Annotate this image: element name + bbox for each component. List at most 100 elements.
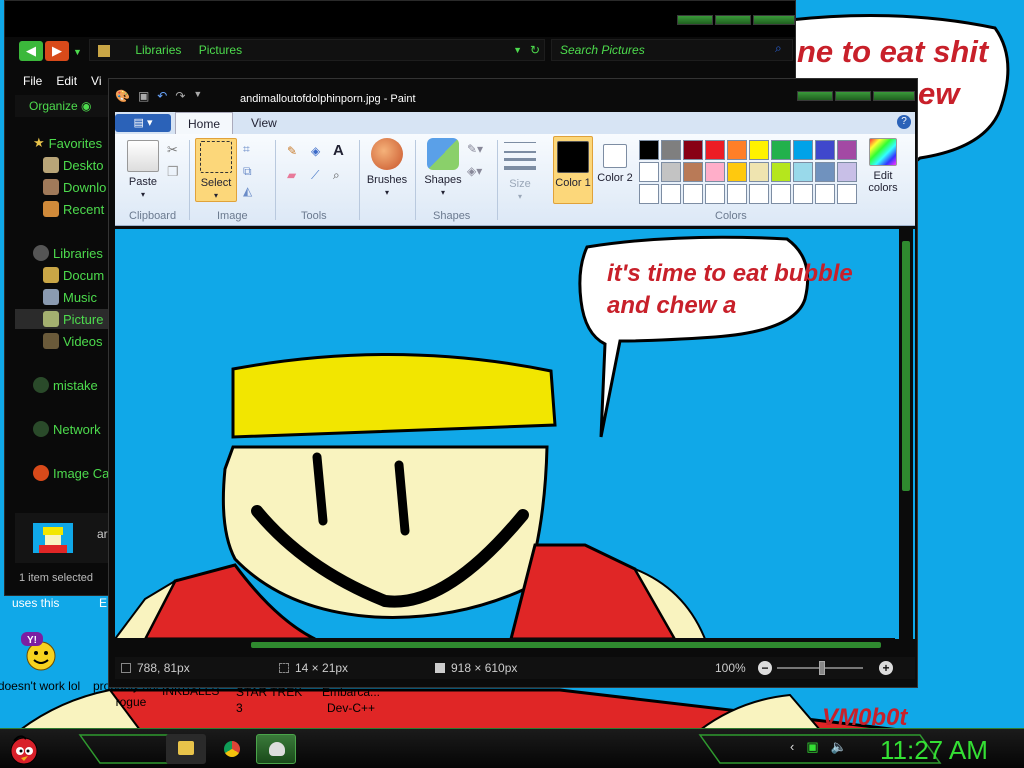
zoom-slider-thumb[interactable] xyxy=(819,661,825,675)
nav-downloads[interactable]: Downlo xyxy=(43,177,106,197)
explorer-titlebar[interactable] xyxy=(5,1,795,37)
close-button[interactable] xyxy=(873,91,915,101)
search-input[interactable]: Search Pictures xyxy=(551,39,793,61)
color-swatch[interactable] xyxy=(639,162,659,182)
close-button[interactable] xyxy=(753,15,795,25)
color-swatch[interactable] xyxy=(639,184,659,204)
color-swatch[interactable] xyxy=(771,140,791,160)
shapes-button[interactable]: Shapes ▾ xyxy=(421,138,465,199)
color-swatch[interactable] xyxy=(837,162,857,182)
minimize-button[interactable] xyxy=(677,15,713,25)
color-swatch[interactable] xyxy=(771,184,791,204)
minimize-button[interactable] xyxy=(797,91,833,101)
nav-videos[interactable]: Videos xyxy=(43,331,103,351)
paint-titlebar[interactable]: 🎨 ▣ ↶ ↷ ▼ andimalloutofdolphinporn.jpg -… xyxy=(109,79,917,111)
nav-music[interactable]: Music xyxy=(43,287,97,307)
address-bar[interactable]: Libraries Pictures ▼ ↻ xyxy=(89,39,545,61)
color-picker-icon[interactable]: ⟋ xyxy=(311,168,327,184)
edit-colors-button[interactable]: Edit colors xyxy=(863,138,903,194)
nav-recent[interactable]: Recent xyxy=(43,199,104,219)
scrollbar-thumb[interactable] xyxy=(251,642,881,648)
color-swatch[interactable] xyxy=(837,140,857,160)
tab-home[interactable]: Home xyxy=(175,112,234,134)
taskbar-clock[interactable]: 11:27 AM xyxy=(880,735,988,766)
nav-network[interactable]: Network xyxy=(33,419,101,439)
menu-edit[interactable]: Edit xyxy=(56,71,77,91)
color-swatch[interactable] xyxy=(661,184,681,204)
desktop-icon-label[interactable]: E xyxy=(99,596,107,610)
volume-icon[interactable]: 🔈 xyxy=(831,739,847,755)
nav-favorites[interactable]: ★ Favorites xyxy=(33,133,102,153)
color2-button[interactable]: Color 2 xyxy=(597,138,633,184)
redo-icon[interactable]: ↷ xyxy=(175,89,185,103)
desktop-icon-embarcadero[interactable]: Embarca... Dev-C++ xyxy=(314,684,388,716)
forward-arrow-icon[interactable]: ▶ xyxy=(45,41,69,61)
crop-icon[interactable]: ⌗ xyxy=(243,142,259,158)
color-swatch[interactable] xyxy=(683,184,703,204)
desktop-icon-label[interactable]: uses this xyxy=(12,596,59,610)
nav-image-ca[interactable]: Image Ca xyxy=(33,463,109,483)
back-arrow-icon[interactable]: ◀ xyxy=(19,41,43,61)
rotate-icon[interactable]: ◭ xyxy=(243,184,259,200)
size-button[interactable]: Size ▾ xyxy=(503,142,537,203)
taskbar-chrome-button[interactable] xyxy=(212,734,252,764)
maximize-button[interactable] xyxy=(835,91,871,101)
color-swatch[interactable] xyxy=(815,184,835,204)
menu-file[interactable]: File xyxy=(23,71,42,91)
brushes-button[interactable]: Brushes ▾ xyxy=(365,138,409,199)
search-icon[interactable]: ⌕ xyxy=(775,41,782,56)
select-button[interactable]: Select ▾ xyxy=(195,138,237,202)
nav-desktop[interactable]: Deskto xyxy=(43,155,103,175)
canvas-horizontal-scrollbar[interactable] xyxy=(115,638,895,652)
show-hidden-icons-icon[interactable]: ‹ xyxy=(790,739,794,755)
help-icon[interactable]: ? xyxy=(897,115,911,129)
fill-icon[interactable]: ◈ xyxy=(311,144,327,160)
color-swatch[interactable] xyxy=(661,140,681,160)
maximize-button[interactable] xyxy=(715,15,751,25)
color-swatch[interactable] xyxy=(683,162,703,182)
desktop-icon-yahoo[interactable]: Y! doesn't work lol xyxy=(0,632,82,694)
taskbar-explorer-button[interactable] xyxy=(166,734,206,764)
zoom-in-button[interactable]: + xyxy=(879,661,893,675)
undo-icon[interactable]: ↶ xyxy=(157,89,167,103)
nav-libraries[interactable]: Libraries xyxy=(33,243,103,263)
color-swatch[interactable] xyxy=(793,140,813,160)
taskbar-paint-button[interactable] xyxy=(256,734,296,764)
breadcrumb-libraries[interactable]: Libraries xyxy=(135,43,181,57)
resize-icon[interactable]: ⧉ xyxy=(243,164,259,180)
copy-icon[interactable]: ❐ xyxy=(167,164,183,180)
canvas-vertical-scrollbar[interactable] xyxy=(899,229,913,639)
zoom-out-button[interactable]: − xyxy=(758,661,772,675)
refresh-icon[interactable]: ↻ xyxy=(530,40,540,60)
desktop-icon-startrek[interactable]: STAR TREK 3 xyxy=(236,684,310,716)
scrollbar-thumb[interactable] xyxy=(902,241,910,491)
color-swatch[interactable] xyxy=(749,140,769,160)
recent-pages-chevron-icon[interactable]: ▼ xyxy=(73,47,82,57)
color-swatch[interactable] xyxy=(793,162,813,182)
start-button[interactable] xyxy=(6,731,42,767)
color-swatch[interactable] xyxy=(705,140,725,160)
color-swatch[interactable] xyxy=(837,184,857,204)
color-swatch[interactable] xyxy=(683,140,703,160)
organize-button[interactable]: Organize xyxy=(29,99,78,113)
tab-view[interactable]: View xyxy=(239,112,289,134)
color-swatch[interactable] xyxy=(727,140,747,160)
pencil-icon[interactable]: ✎ xyxy=(287,144,303,160)
color-swatch[interactable] xyxy=(815,140,835,160)
address-dropdown-icon[interactable]: ▼ xyxy=(513,40,522,60)
eraser-icon[interactable]: ▰ xyxy=(287,168,303,184)
menu-view[interactable]: Vi xyxy=(91,71,101,91)
paste-button[interactable]: Paste ▾ xyxy=(123,140,163,201)
color-swatch[interactable] xyxy=(705,162,725,182)
color-swatch[interactable] xyxy=(639,140,659,160)
color1-button[interactable]: Color 1 xyxy=(553,136,593,204)
nav-homegroup[interactable]: mistake xyxy=(33,375,98,395)
shape-fill-icon[interactable]: ◈▾ xyxy=(467,164,483,180)
color-swatch[interactable] xyxy=(749,162,769,182)
paint-menu-button[interactable]: ▤ ▾ xyxy=(115,114,171,132)
text-icon[interactable]: A xyxy=(333,142,349,159)
customize-qa-icon[interactable]: ▼ xyxy=(193,89,202,103)
color-swatch[interactable] xyxy=(815,162,835,182)
nav-documents[interactable]: Docum xyxy=(43,265,104,285)
cut-icon[interactable]: ✂ xyxy=(167,142,183,158)
